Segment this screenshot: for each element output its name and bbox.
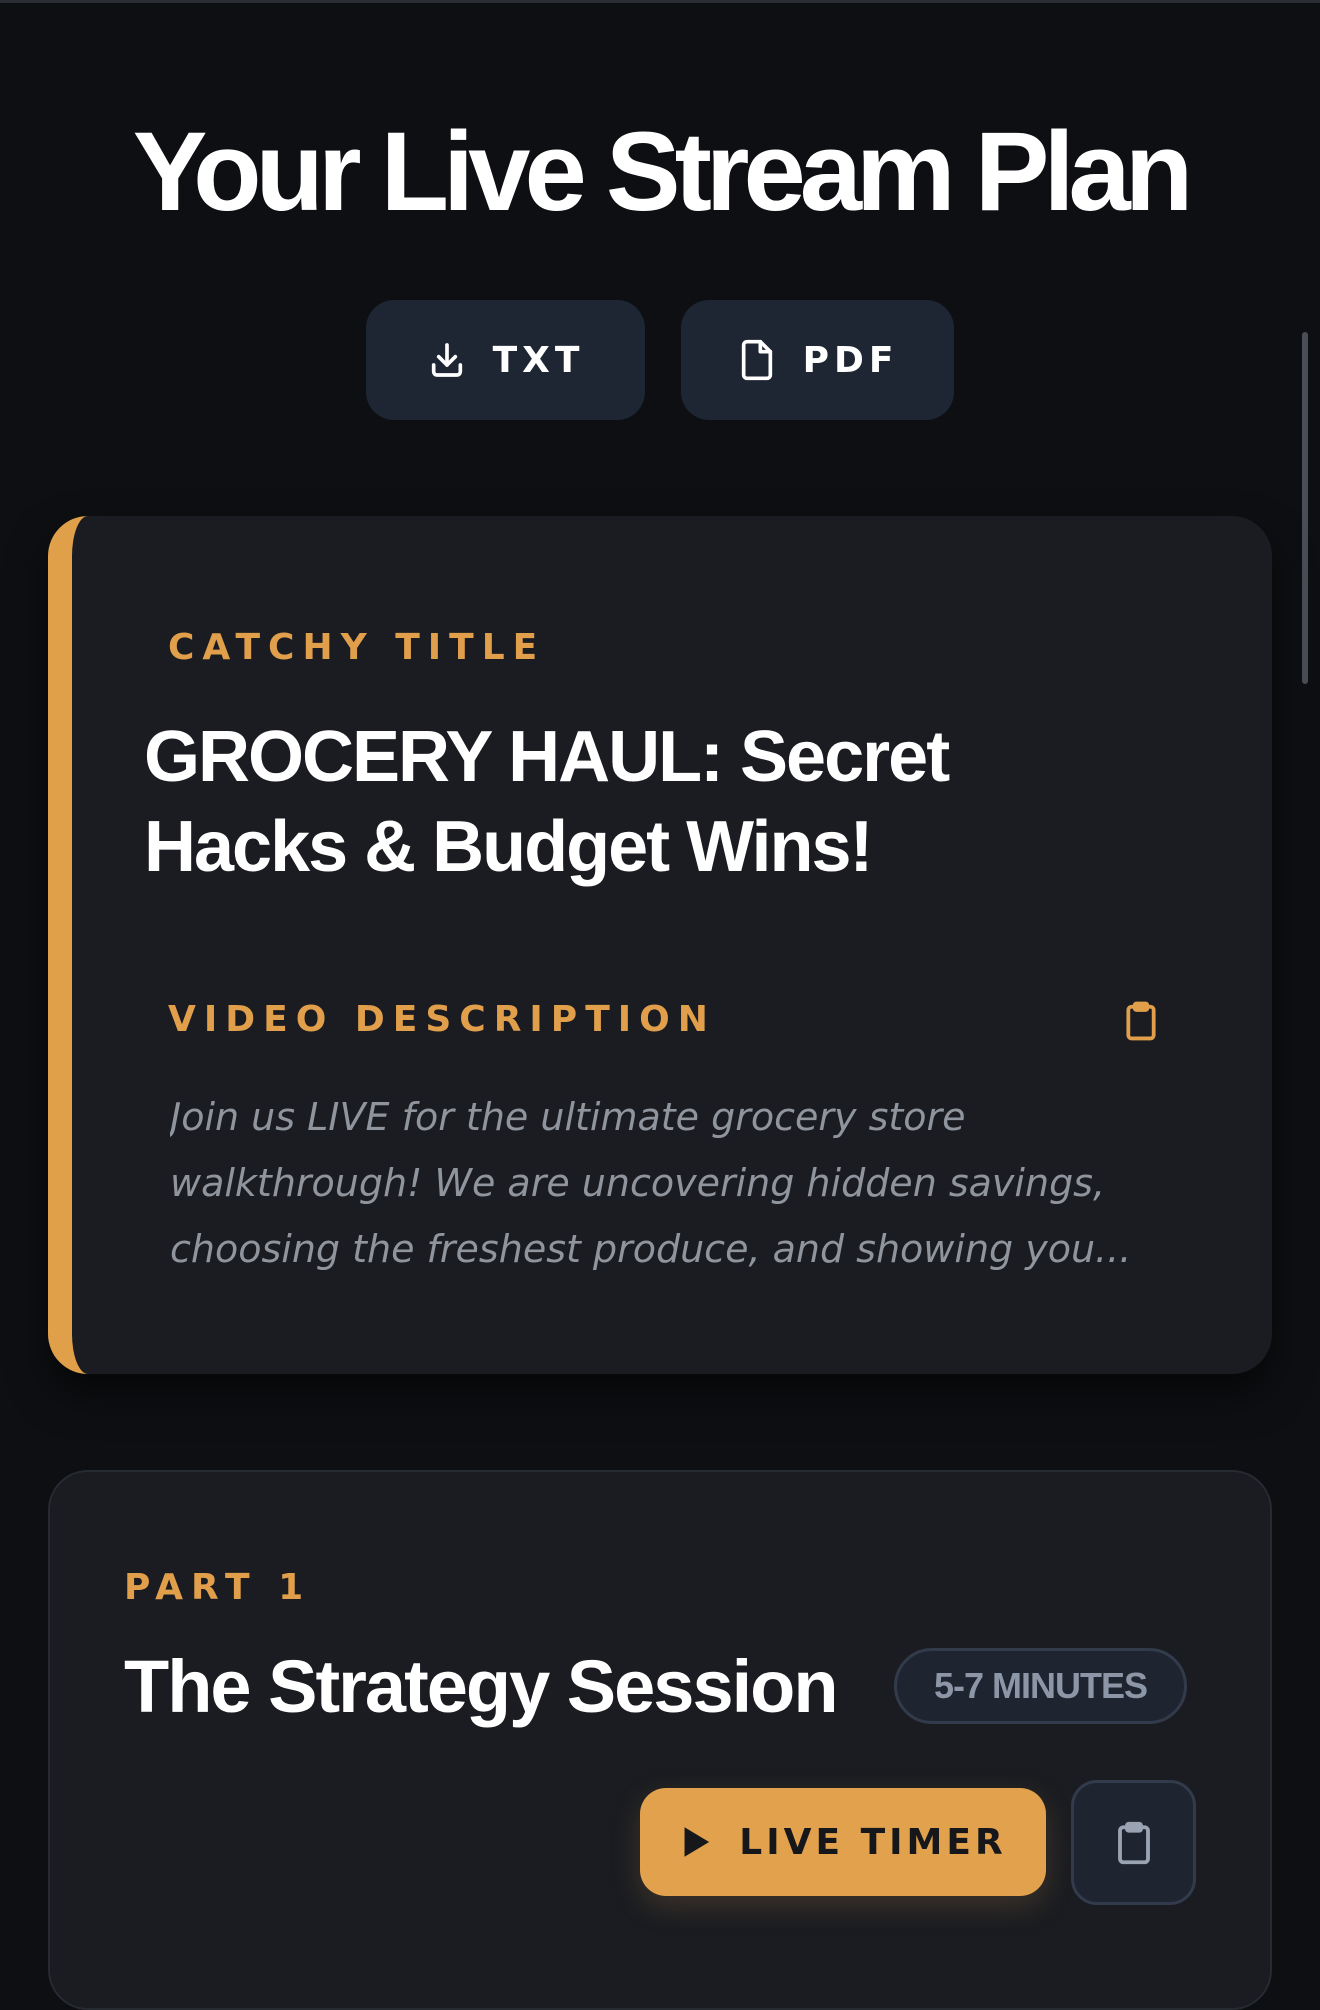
file-icon: [737, 338, 777, 382]
scrollbar-thumb[interactable]: [1302, 332, 1308, 684]
page-title: Your Live Stream Plan: [132, 109, 1194, 234]
part-title: The Strategy Session: [124, 1645, 839, 1728]
description-line: choosing the freshest produce, and showi…: [170, 1227, 1132, 1271]
clipboard-icon: [1113, 1819, 1155, 1867]
video-description: Join us LIVE for the ultimate grocery st…: [170, 1084, 1190, 1282]
window-top-border: [0, 0, 1320, 3]
copy-part-button[interactable]: [1071, 1780, 1196, 1905]
catchy-title: GROCERY HAUL: Secret Hacks & Budget Wins…: [144, 717, 950, 887]
export-pdf-button[interactable]: PDF: [681, 300, 954, 420]
export-txt-button[interactable]: TXT: [366, 300, 645, 420]
live-timer-label: LIVE TIMER: [739, 1821, 1007, 1863]
export-txt-label: TXT: [492, 339, 585, 381]
live-timer-button[interactable]: LIVE TIMER: [640, 1788, 1046, 1896]
copy-description-button[interactable]: [1120, 1000, 1162, 1042]
description-line: walkthrough! We are uncovering hidden sa…: [170, 1161, 1106, 1205]
catchy-title-label: CATCHY TITLE: [168, 627, 546, 668]
play-icon: [679, 1824, 713, 1860]
video-description-label: VIDEO DESCRIPTION: [168, 999, 716, 1040]
description-line: Join us LIVE for the ultimate grocery st…: [170, 1095, 966, 1139]
clipboard-icon: [1122, 1000, 1160, 1042]
part-label: PART 1: [124, 1567, 312, 1608]
part-card: [48, 1470, 1272, 2010]
export-pdf-label: PDF: [802, 339, 899, 381]
duration-badge: 5-7 MINUTES: [894, 1648, 1187, 1724]
download-icon: [427, 340, 467, 380]
